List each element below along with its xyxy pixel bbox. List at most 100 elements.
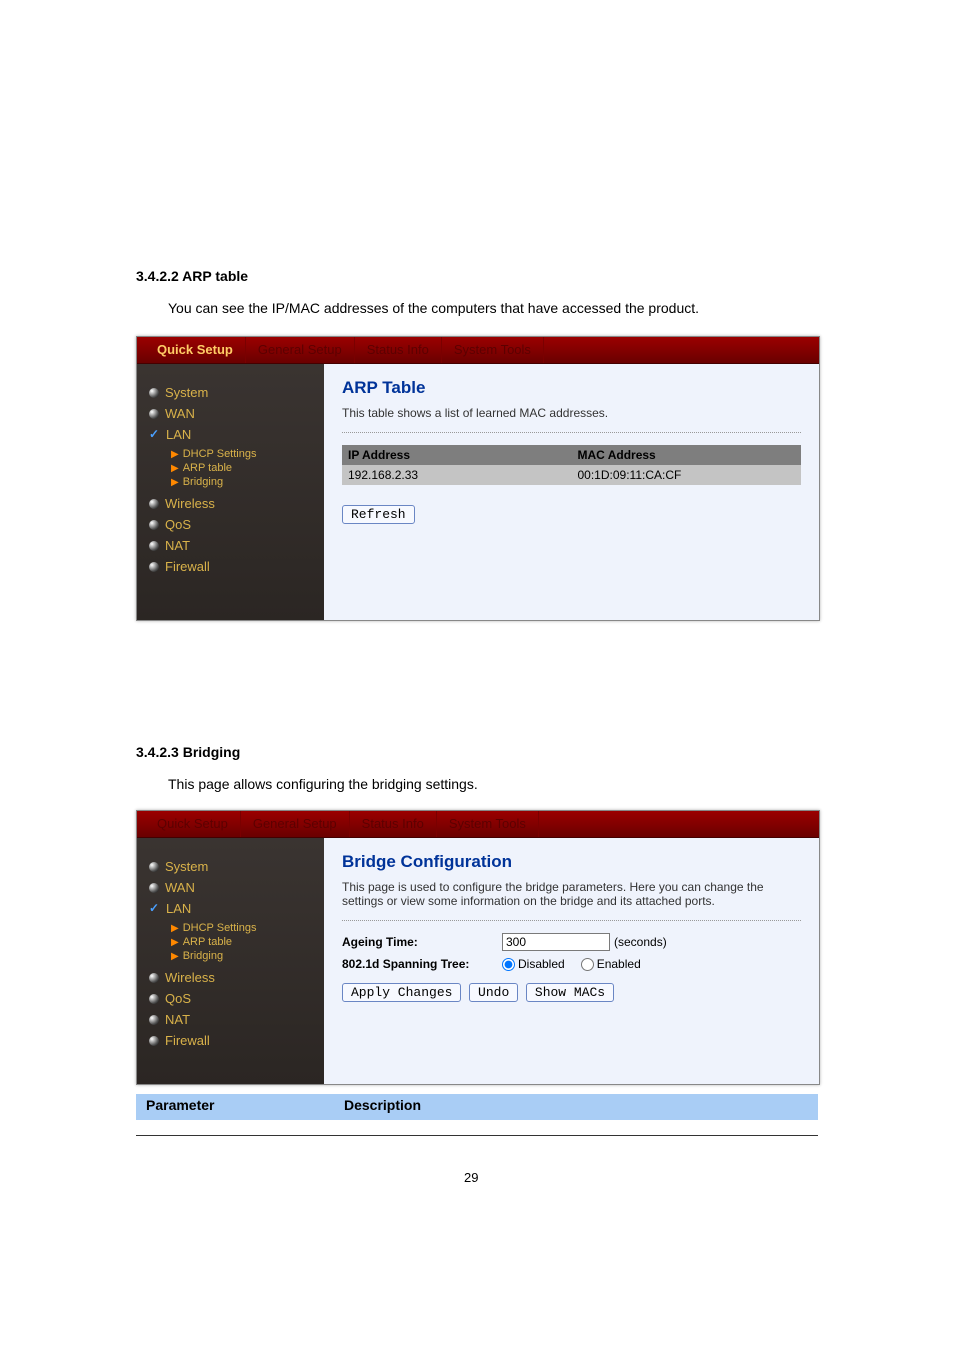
divider bbox=[342, 920, 801, 921]
nav-label: NAT bbox=[165, 538, 190, 553]
nav-lan[interactable]: LAN bbox=[149, 424, 324, 445]
page-number: 29 bbox=[464, 1170, 478, 1185]
apply-button[interactable]: Apply Changes bbox=[342, 983, 461, 1002]
bullet-icon bbox=[149, 973, 159, 983]
content-bridge: Bridge Configuration This page is used t… bbox=[324, 838, 819, 1084]
bullet-icon bbox=[149, 388, 159, 398]
bullet-icon bbox=[149, 883, 159, 893]
ageing-unit: (seconds) bbox=[614, 935, 667, 949]
subnav-bridging[interactable]: ▶Bridging bbox=[171, 949, 324, 963]
page-title: Bridge Configuration bbox=[342, 852, 801, 872]
nav-firewall[interactable]: Firewall bbox=[149, 556, 324, 577]
nav-nat[interactable]: NAT bbox=[149, 535, 324, 556]
refresh-button[interactable]: Refresh bbox=[342, 505, 415, 524]
subnav-arp[interactable]: ▶ ARP table bbox=[171, 461, 324, 475]
col-ip: IP Address bbox=[342, 445, 572, 465]
nav-lan[interactable]: LAN bbox=[149, 898, 324, 919]
tab-system-tools[interactable]: System Tools bbox=[442, 337, 544, 363]
arrow-icon: ▶ bbox=[171, 937, 179, 948]
topbar: Quick Setup General Setup Status Info Sy… bbox=[137, 337, 819, 364]
bullet-icon bbox=[149, 862, 159, 872]
sidebar: System WAN LAN ▶DHCP Settings ▶ARP table… bbox=[137, 838, 324, 1084]
nav-qos[interactable]: QoS bbox=[149, 988, 324, 1009]
content-arp: ARP Table This table shows a list of lea… bbox=[324, 364, 819, 620]
radio-enabled-input[interactable] bbox=[581, 958, 594, 971]
arrow-icon: ▶ bbox=[171, 463, 179, 474]
subnav-label: DHCP Settings bbox=[183, 448, 257, 460]
tab-quick-setup[interactable]: Quick Setup bbox=[145, 337, 246, 363]
section-desc-bridging: This page allows configuring the bridgin… bbox=[168, 776, 478, 792]
ageing-input[interactable] bbox=[502, 933, 610, 951]
table-row: 192.168.2.33 00:1D:09:11:CA:CF bbox=[342, 465, 801, 485]
nav-label: Firewall bbox=[165, 1033, 210, 1048]
arrow-icon: ▶ bbox=[171, 477, 179, 488]
nav-label: System bbox=[165, 859, 208, 874]
radio-disabled-input[interactable] bbox=[502, 958, 515, 971]
nav-qos[interactable]: QoS bbox=[149, 514, 324, 535]
undo-button[interactable]: Undo bbox=[469, 983, 518, 1002]
tab-status-info[interactable]: Status Info bbox=[350, 811, 437, 837]
tab-general-setup[interactable]: General Setup bbox=[241, 811, 350, 837]
footer-desc: Description bbox=[344, 1097, 421, 1113]
nav-label: WAN bbox=[165, 406, 195, 421]
page-desc: This page is used to configure the bridg… bbox=[342, 880, 801, 908]
footer-param: Parameter bbox=[146, 1097, 215, 1113]
check-icon bbox=[149, 903, 161, 915]
bullet-icon bbox=[149, 409, 159, 419]
nav-label: Wireless bbox=[165, 496, 215, 511]
topbar: Quick Setup General Setup Status Info Sy… bbox=[137, 811, 819, 838]
show-macs-button[interactable]: Show MACs bbox=[526, 983, 614, 1002]
nav-system[interactable]: System bbox=[149, 856, 324, 877]
bullet-icon bbox=[149, 499, 159, 509]
nav-label: Firewall bbox=[165, 559, 210, 574]
subnav-dhcp[interactable]: ▶DHCP Settings bbox=[171, 921, 324, 935]
subnav-label: Bridging bbox=[183, 476, 223, 488]
section-desc-arp: You can see the IP/MAC addresses of the … bbox=[168, 300, 699, 316]
sidebar: System WAN LAN ▶ DHCP Settings ▶ ARP table… bbox=[137, 364, 324, 620]
footer-header-row: Parameter Description bbox=[136, 1094, 818, 1120]
tab-quick-setup[interactable]: Quick Setup bbox=[145, 811, 241, 837]
radio-enabled[interactable]: Enabled bbox=[581, 957, 641, 971]
cell-mac: 00:1D:09:11:CA:CF bbox=[572, 465, 802, 485]
check-icon bbox=[149, 429, 161, 441]
nav-label: LAN bbox=[166, 901, 191, 916]
bullet-icon bbox=[149, 562, 159, 572]
subnav-bridging[interactable]: ▶ Bridging bbox=[171, 475, 324, 489]
nav-label: NAT bbox=[165, 1012, 190, 1027]
nav-label: QoS bbox=[165, 517, 191, 532]
footer-divider bbox=[136, 1135, 818, 1136]
cell-ip: 192.168.2.33 bbox=[342, 465, 572, 485]
bullet-icon bbox=[149, 520, 159, 530]
tab-status-info[interactable]: Status Info bbox=[355, 337, 442, 363]
nav-firewall[interactable]: Firewall bbox=[149, 1030, 324, 1051]
subnav-dhcp[interactable]: ▶ DHCP Settings bbox=[171, 447, 324, 461]
spanning-label: 802.1d Spanning Tree: bbox=[342, 957, 502, 971]
arrow-icon: ▶ bbox=[171, 449, 179, 460]
nav-wan[interactable]: WAN bbox=[149, 403, 324, 424]
bullet-icon bbox=[149, 1036, 159, 1046]
subnav-label: Bridging bbox=[183, 950, 223, 962]
nav-system[interactable]: System bbox=[149, 382, 324, 403]
tab-system-tools[interactable]: System Tools bbox=[437, 811, 539, 837]
bullet-icon bbox=[149, 1015, 159, 1025]
tab-general-setup[interactable]: General Setup bbox=[246, 337, 355, 363]
section-heading-arp: 3.4.2.2 ARP table bbox=[136, 268, 248, 284]
radio-label: Disabled bbox=[518, 957, 565, 971]
arp-table: IP Address MAC Address 192.168.2.33 00:1… bbox=[342, 445, 801, 485]
nav-wan[interactable]: WAN bbox=[149, 877, 324, 898]
nav-label: WAN bbox=[165, 880, 195, 895]
subnav-label: DHCP Settings bbox=[183, 922, 257, 934]
nav-wireless[interactable]: Wireless bbox=[149, 493, 324, 514]
bullet-icon bbox=[149, 994, 159, 1004]
nav-label: LAN bbox=[166, 427, 191, 442]
subnav-label: ARP table bbox=[183, 462, 232, 474]
section-heading-bridging: 3.4.2.3 Bridging bbox=[136, 744, 240, 760]
ageing-label: Ageing Time: bbox=[342, 935, 502, 949]
page-desc: This table shows a list of learned MAC a… bbox=[342, 406, 801, 420]
radio-disabled[interactable]: Disabled bbox=[502, 957, 565, 971]
nav-wireless[interactable]: Wireless bbox=[149, 967, 324, 988]
page-title: ARP Table bbox=[342, 378, 801, 398]
nav-nat[interactable]: NAT bbox=[149, 1009, 324, 1030]
subnav-arp[interactable]: ▶ARP table bbox=[171, 935, 324, 949]
divider bbox=[342, 432, 801, 433]
